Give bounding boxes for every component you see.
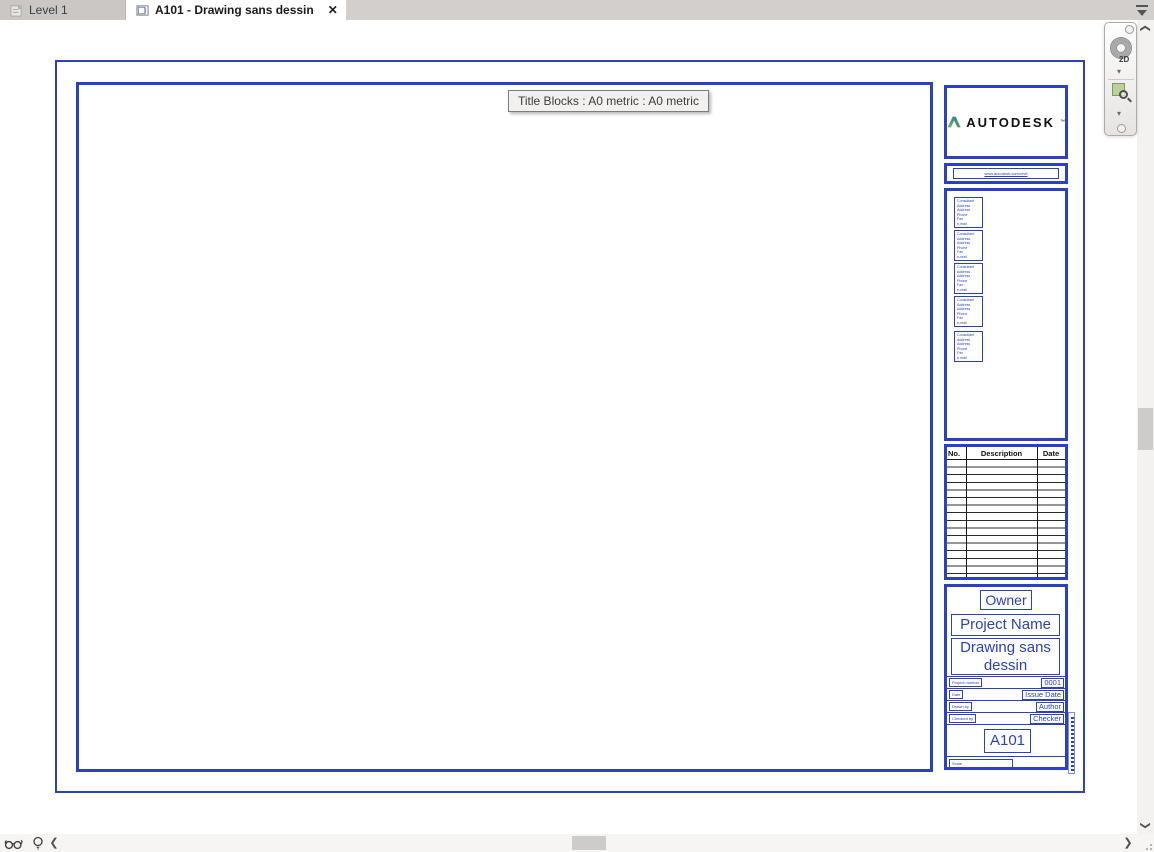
revision-schedule: No. Description Date (944, 444, 1068, 580)
vertical-scrollbar[interactable]: ❮ ❯ (1137, 20, 1154, 834)
field-checked-by: Checked by Checker (947, 712, 1065, 724)
consultant-box: Consultant Address Address Phone Fax e-mail (954, 197, 983, 228)
autodesk-logo-icon (947, 116, 961, 128)
scale-label: Scale (949, 759, 1013, 769)
reveal-hidden-elements-icon[interactable] (28, 835, 48, 851)
drawing-canvas[interactable]: AUTODESK ™ www.autodesk.com/revit Consul… (0, 20, 1137, 834)
scroll-right-icon[interactable]: ❯ (1120, 834, 1136, 852)
navbar-collapse-icon[interactable] (1117, 124, 1126, 133)
trademark-symbol: ™ (1060, 119, 1065, 125)
revision-empty-rows (947, 460, 1065, 577)
titleblock-project-info: Owner Project Name Drawing sans dessin P… (944, 584, 1068, 770)
scroll-up-icon[interactable]: ❮ (1137, 20, 1154, 37)
sheet-icon (136, 4, 149, 16)
navigation-bar: 2D ▾ ▾ (1104, 22, 1137, 136)
consultant-box: Consultant Address Address Phone Fax e-mail (954, 230, 983, 261)
consultant-box: Consultant Address Address Phone Fax e-mail (954, 263, 983, 294)
sheet-name-label: Drawing sans dessin (951, 638, 1060, 675)
website-text: www.autodesk.com/revit (953, 168, 1059, 179)
consultant-box: Consultant Address Address Phone Fax e-mail (954, 296, 983, 327)
resize-grip (1140, 838, 1152, 850)
floor-plan-icon (10, 4, 22, 17)
tab-label: A101 - Drawing sans dessin (155, 3, 314, 17)
titleblock-website-box: www.autodesk.com/revit (944, 163, 1068, 184)
wheel-options-icon[interactable] (1125, 25, 1134, 34)
plot-stamp-text (1068, 712, 1075, 774)
titleblock-consultant-section: Consultant Address Address Phone Fax e-mail… (944, 188, 1068, 441)
horizontal-scrollbar-thumb[interactable] (572, 836, 606, 850)
tab-label: Level 1 (29, 3, 68, 17)
view-tab-bar: Level 1 A101 - Drawing sans dessin ✕ (0, 0, 1154, 20)
sheet-inner-frame (76, 82, 933, 772)
consultant-box: Consultant Address Address Phone Fax e-mail (954, 331, 983, 362)
field-project-number: Project number 0001 (947, 676, 1065, 688)
project-name-label: Project Name (951, 614, 1060, 636)
revision-col-no: No. (948, 449, 961, 458)
wheel-2d-label: 2D (1119, 55, 1130, 64)
revision-col-date: Date (1042, 449, 1060, 458)
titleblock-logo-box: AUTODESK ™ (944, 85, 1068, 159)
tooltip: Title Blocks : A0 metric : A0 metric (508, 90, 709, 112)
tab-a101-drawing[interactable]: A101 - Drawing sans dessin ✕ (126, 0, 346, 20)
tab-level-1[interactable]: Level 1 (0, 0, 126, 20)
zoom-dropdown-icon[interactable]: ▾ (1117, 109, 1121, 118)
wheel-dropdown-icon[interactable]: ▾ (1117, 67, 1121, 76)
owner-label: Owner (980, 590, 1032, 610)
scroll-left-icon[interactable]: ❮ (46, 834, 62, 852)
revit-drawing-area: Level 1 A101 - Drawing sans dessin ✕ AUT… (0, 0, 1154, 852)
scroll-down-icon[interactable]: ❯ (1137, 817, 1154, 834)
revision-col-description: Description (980, 449, 1023, 458)
tab-list-menu-icon[interactable] (1134, 3, 1150, 17)
sheet-number-label: A101 (984, 729, 1031, 753)
close-icon[interactable]: ✕ (328, 3, 338, 17)
temporary-hide-isolate-icon[interactable] (4, 835, 24, 851)
autodesk-wordmark: AUTODESK (966, 114, 1055, 130)
vertical-scrollbar-thumb[interactable] (1138, 408, 1153, 450)
field-date: Date Issue Date (947, 688, 1065, 700)
bottom-bar: ❮ ❯ (0, 834, 1154, 852)
field-drawn-by: Drawn by Author (947, 700, 1065, 712)
